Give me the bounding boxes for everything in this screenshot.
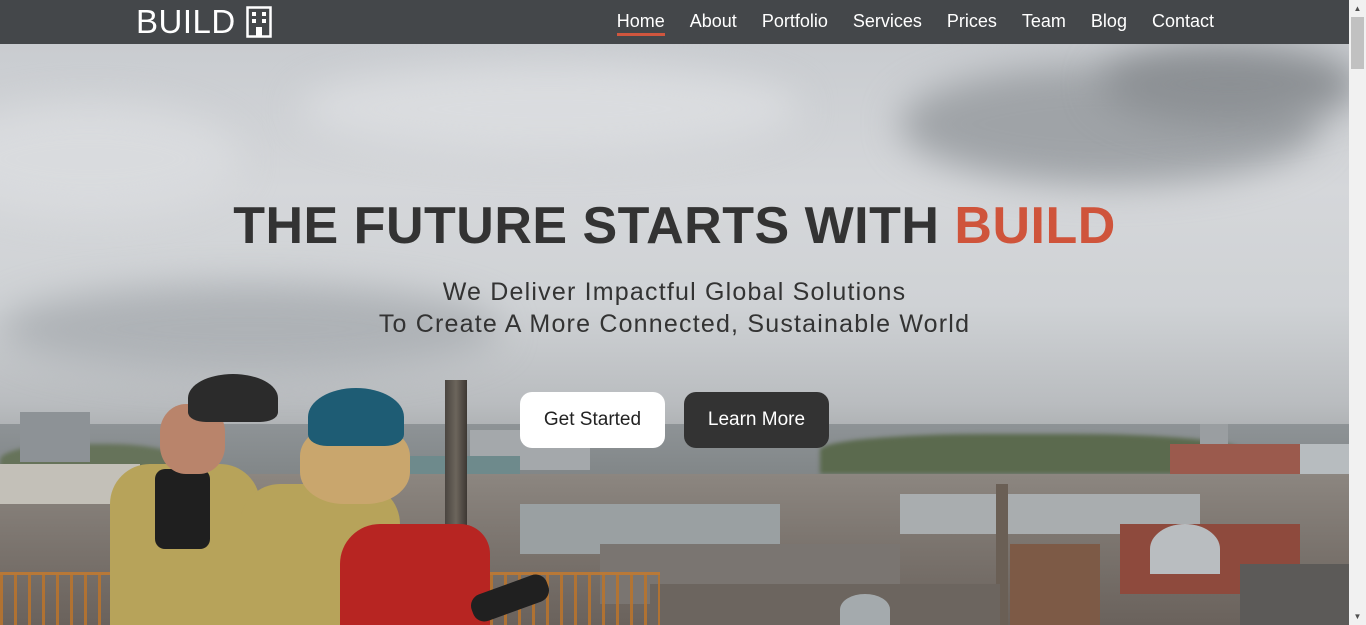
hero-subtitle-line2: To Create A More Connected, Sustainable …	[378, 310, 971, 338]
nav-item-home[interactable]: Home	[616, 0, 665, 44]
get-started-button[interactable]: Get Started	[520, 392, 665, 448]
nav-item-blog[interactable]: Blog	[1091, 0, 1127, 44]
hero-subtitle-line1: We Deliver Impactful Global Solutions	[442, 278, 907, 306]
vertical-scrollbar[interactable]: ▲ ▼	[1349, 0, 1366, 625]
nav-item-contact[interactable]: Contact	[1152, 0, 1214, 44]
nav-item-team[interactable]: Team	[1022, 0, 1066, 44]
hero-title-main: THE FUTURE STARTS WITH	[233, 197, 955, 255]
brand-name: BUILD	[136, 3, 236, 40]
scrollbar-thumb[interactable]	[1351, 17, 1364, 69]
nav-item-prices[interactable]: Prices	[947, 0, 997, 44]
hero-title: THE FUTURE STARTS WITH BUILD	[0, 196, 1349, 256]
top-navbar: BUILD Home About Portfolio Services Pric…	[0, 0, 1349, 44]
learn-more-button[interactable]: Learn More	[684, 392, 829, 448]
hero-section: THE FUTURE STARTS WITH BUILD We Deliver …	[0, 0, 1349, 625]
scroll-down-arrow-icon[interactable]: ▼	[1349, 608, 1366, 625]
nav-menu: Home About Portfolio Services Prices Tea…	[592, 0, 1214, 44]
brand-logo[interactable]: BUILD	[136, 2, 272, 42]
scroll-up-arrow-icon[interactable]: ▲	[1349, 0, 1366, 17]
building-icon	[245, 6, 272, 38]
page: BUILD Home About Portfolio Services Pric…	[0, 0, 1366, 625]
nav-item-about[interactable]: About	[690, 0, 737, 44]
nav-item-portfolio[interactable]: Portfolio	[762, 0, 828, 44]
hero-title-accent: BUILD	[954, 197, 1116, 255]
nav-item-services[interactable]: Services	[853, 0, 922, 44]
